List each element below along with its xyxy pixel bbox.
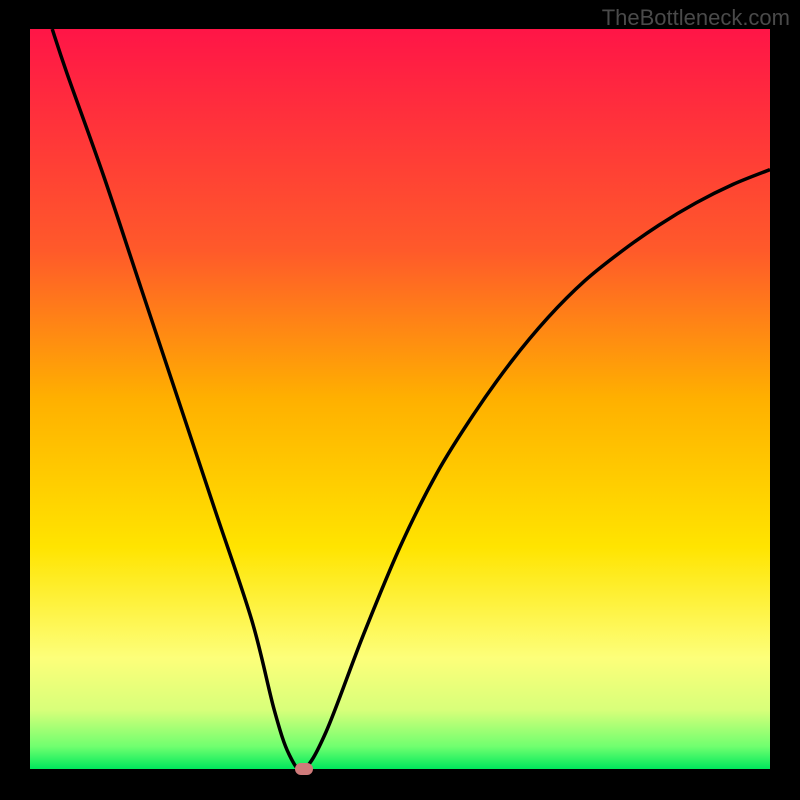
watermark-text: TheBottleneck.com [602, 5, 790, 31]
bottleneck-curve [30, 29, 770, 769]
chart-frame [30, 29, 770, 769]
optimal-point-marker [295, 763, 313, 775]
